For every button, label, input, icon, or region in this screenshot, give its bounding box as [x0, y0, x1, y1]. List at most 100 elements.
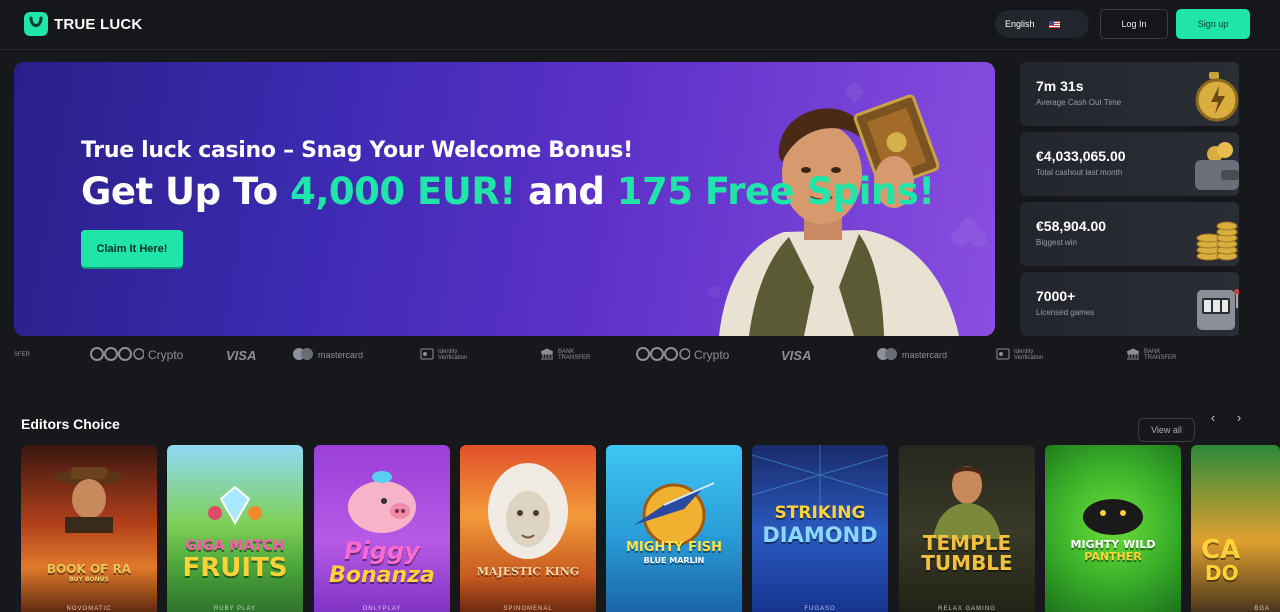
game-tile[interactable]: BOOK OF RA BUY BONUS NOVOMATIC [21, 445, 157, 612]
signup-button[interactable]: Sign up [1176, 9, 1250, 39]
claim-bonus-button[interactable]: Claim It Here! [81, 230, 183, 267]
crypto-label: Crypto [694, 348, 730, 362]
mastercard-icon [292, 347, 314, 363]
payment-bank-transfer: BANK TRANSFER [540, 347, 636, 363]
crypto-coins-icon [636, 346, 691, 364]
stat-label: Total cashout last month [1036, 168, 1123, 177]
mastercard-label: mastercard [318, 350, 364, 360]
game-subtitle: TUMBLE [921, 551, 1013, 575]
brand-name: TRUE LUCK [54, 15, 143, 33]
game-provider: RUBY PLAY [213, 606, 257, 612]
game-tile[interactable]: STRIKING DIAMOND FUGASO [752, 445, 888, 612]
hero-banner[interactable]: True luck casino – Snag Your Welcome Bon… [14, 62, 995, 336]
game-subtitle: DO [1205, 561, 1239, 585]
hero-subtitle: True luck casino – Snag Your Welcome Bon… [81, 138, 633, 163]
payment-bank-transfer: BANK TRANSFER [1126, 347, 1222, 363]
stats-panel: 7m 31s Average Cash Out Time €4,033,065.… [1020, 62, 1239, 342]
game-subtitle: BLUE MARLIN [643, 556, 705, 565]
game-tile[interactable]: MIGHTY FISH BLUE MARLIN [606, 445, 742, 612]
id-card-icon [996, 348, 1010, 363]
game-title: GIGA MATCH [185, 538, 285, 554]
horseshoe-icon [24, 12, 48, 36]
payment-identity-verification: Identity Verification [996, 348, 1126, 363]
payment-crypto: Crypto [76, 346, 196, 364]
game-art [752, 445, 888, 505]
hero-title-part: Get Up To [81, 170, 291, 213]
stat-value: €58,904.00 [1036, 218, 1107, 234]
hero-title: Get Up To 4,000 EUR! and 175 Free Spins! [81, 170, 935, 213]
game-provider: NOVOMATIC [66, 606, 112, 612]
stat-label: Average Cash Out Time [1036, 98, 1122, 107]
section-title: Editors Choice [21, 416, 120, 432]
payment-mastercard: mastercard [876, 347, 996, 363]
stat-label: Biggest win [1036, 238, 1077, 247]
stopwatch-icon [1195, 72, 1239, 122]
identity-label: Identity Verification [1014, 349, 1044, 361]
game-provider: SPINOMENAL [503, 606, 553, 612]
game-provider: BGA [1254, 606, 1270, 612]
hero-free-spins: 175 Free Spins! [616, 170, 935, 213]
bank-transfer-label: BANK TRANSFER [1144, 349, 1177, 361]
bank-icon [1126, 347, 1140, 363]
chevron-right-icon[interactable]: › [1232, 410, 1246, 425]
games-carousel: BOOK OF RA BUY BONUS NOVOMATIC GIGA MATC… [21, 445, 1280, 612]
game-tile[interactable]: Piggy Bonanza ONLYPLAY [314, 445, 450, 612]
payment-visa: VISA [781, 347, 812, 363]
hero-title-part: and [515, 170, 617, 213]
game-provider: RELAX GAMING [938, 606, 996, 612]
id-card-icon [420, 348, 434, 363]
crypto-label: Crypto [148, 348, 184, 362]
game-title: CA [1201, 535, 1241, 565]
game-title: Piggy [344, 537, 420, 565]
game-art [208, 485, 262, 525]
mastercard-label: mastercard [902, 350, 948, 360]
game-title: BOOK OF RA [46, 562, 132, 576]
game-tile[interactable]: GIGA MATCH FRUITS RUBY PLAY [167, 445, 303, 612]
payment-visa: VISA [226, 347, 257, 363]
payment-identity-verification: Identity Verification [420, 348, 540, 363]
game-art [55, 467, 123, 533]
game-subtitle: Bonanza [329, 563, 435, 588]
language-label: English [1005, 19, 1035, 29]
us-flag-icon [1048, 20, 1060, 28]
game-provider: FUGASO [804, 606, 836, 612]
hero-bonus-amount: 4,000 EUR! [290, 170, 516, 213]
adventurer-illustration [719, 94, 959, 336]
bank-icon [540, 347, 554, 363]
stat-card: €4,033,065.00 Total cashout last month [1020, 132, 1239, 196]
crypto-coins-icon [90, 346, 145, 364]
stat-label: Licensed games [1036, 308, 1095, 317]
wallet-icon [1195, 142, 1239, 190]
game-tile[interactable]: CA DO BGA [1191, 445, 1280, 612]
game-subtitle: DIAMOND [762, 523, 878, 547]
identity-label: Identity Verification [438, 349, 468, 361]
game-title: MIGHTY FISH [625, 540, 723, 555]
game-subtitle: PANTHER [1084, 550, 1142, 563]
brand-logo[interactable]: TRUE LUCK [24, 12, 142, 36]
chevron-left-icon[interactable]: ‹ [1206, 410, 1220, 425]
game-art [1083, 499, 1143, 535]
game-art [348, 471, 416, 533]
game-title: MIGHTY WILD [1070, 538, 1156, 551]
bank-transfer-label: SFER [14, 352, 31, 358]
stat-value: €4,033,065.00 [1036, 148, 1126, 164]
game-tile[interactable]: TEMPLE TUMBLE RELAX GAMING [899, 445, 1035, 612]
game-subtitle: FRUITS [182, 553, 288, 583]
game-title: MAJESTIC KING [476, 565, 580, 578]
view-all-button[interactable]: View all [1138, 418, 1195, 442]
stat-value: 7000+ [1036, 288, 1076, 304]
language-selector[interactable]: English [995, 10, 1089, 38]
game-provider: ONLYPLAY [362, 606, 402, 612]
game-subtitle: BUY BONUS [69, 576, 109, 583]
game-tile[interactable]: MIGHTY WILD PANTHER [1045, 445, 1181, 612]
bank-transfer-label: BANK TRANSFER [558, 349, 591, 361]
payment-mastercard: mastercard [292, 347, 420, 363]
stat-value: 7m 31s [1036, 78, 1084, 94]
game-tile[interactable]: MAJESTIC KING SPINOMENAL [460, 445, 596, 612]
game-title: TEMPLE [922, 531, 1012, 555]
mastercard-icon [876, 347, 898, 363]
login-button[interactable]: Log In [1100, 9, 1168, 39]
game-art [488, 463, 568, 559]
stat-card: 7m 31s Average Cash Out Time [1020, 62, 1239, 126]
top-header: TRUE LUCK English Log In Sign up [0, 0, 1280, 50]
